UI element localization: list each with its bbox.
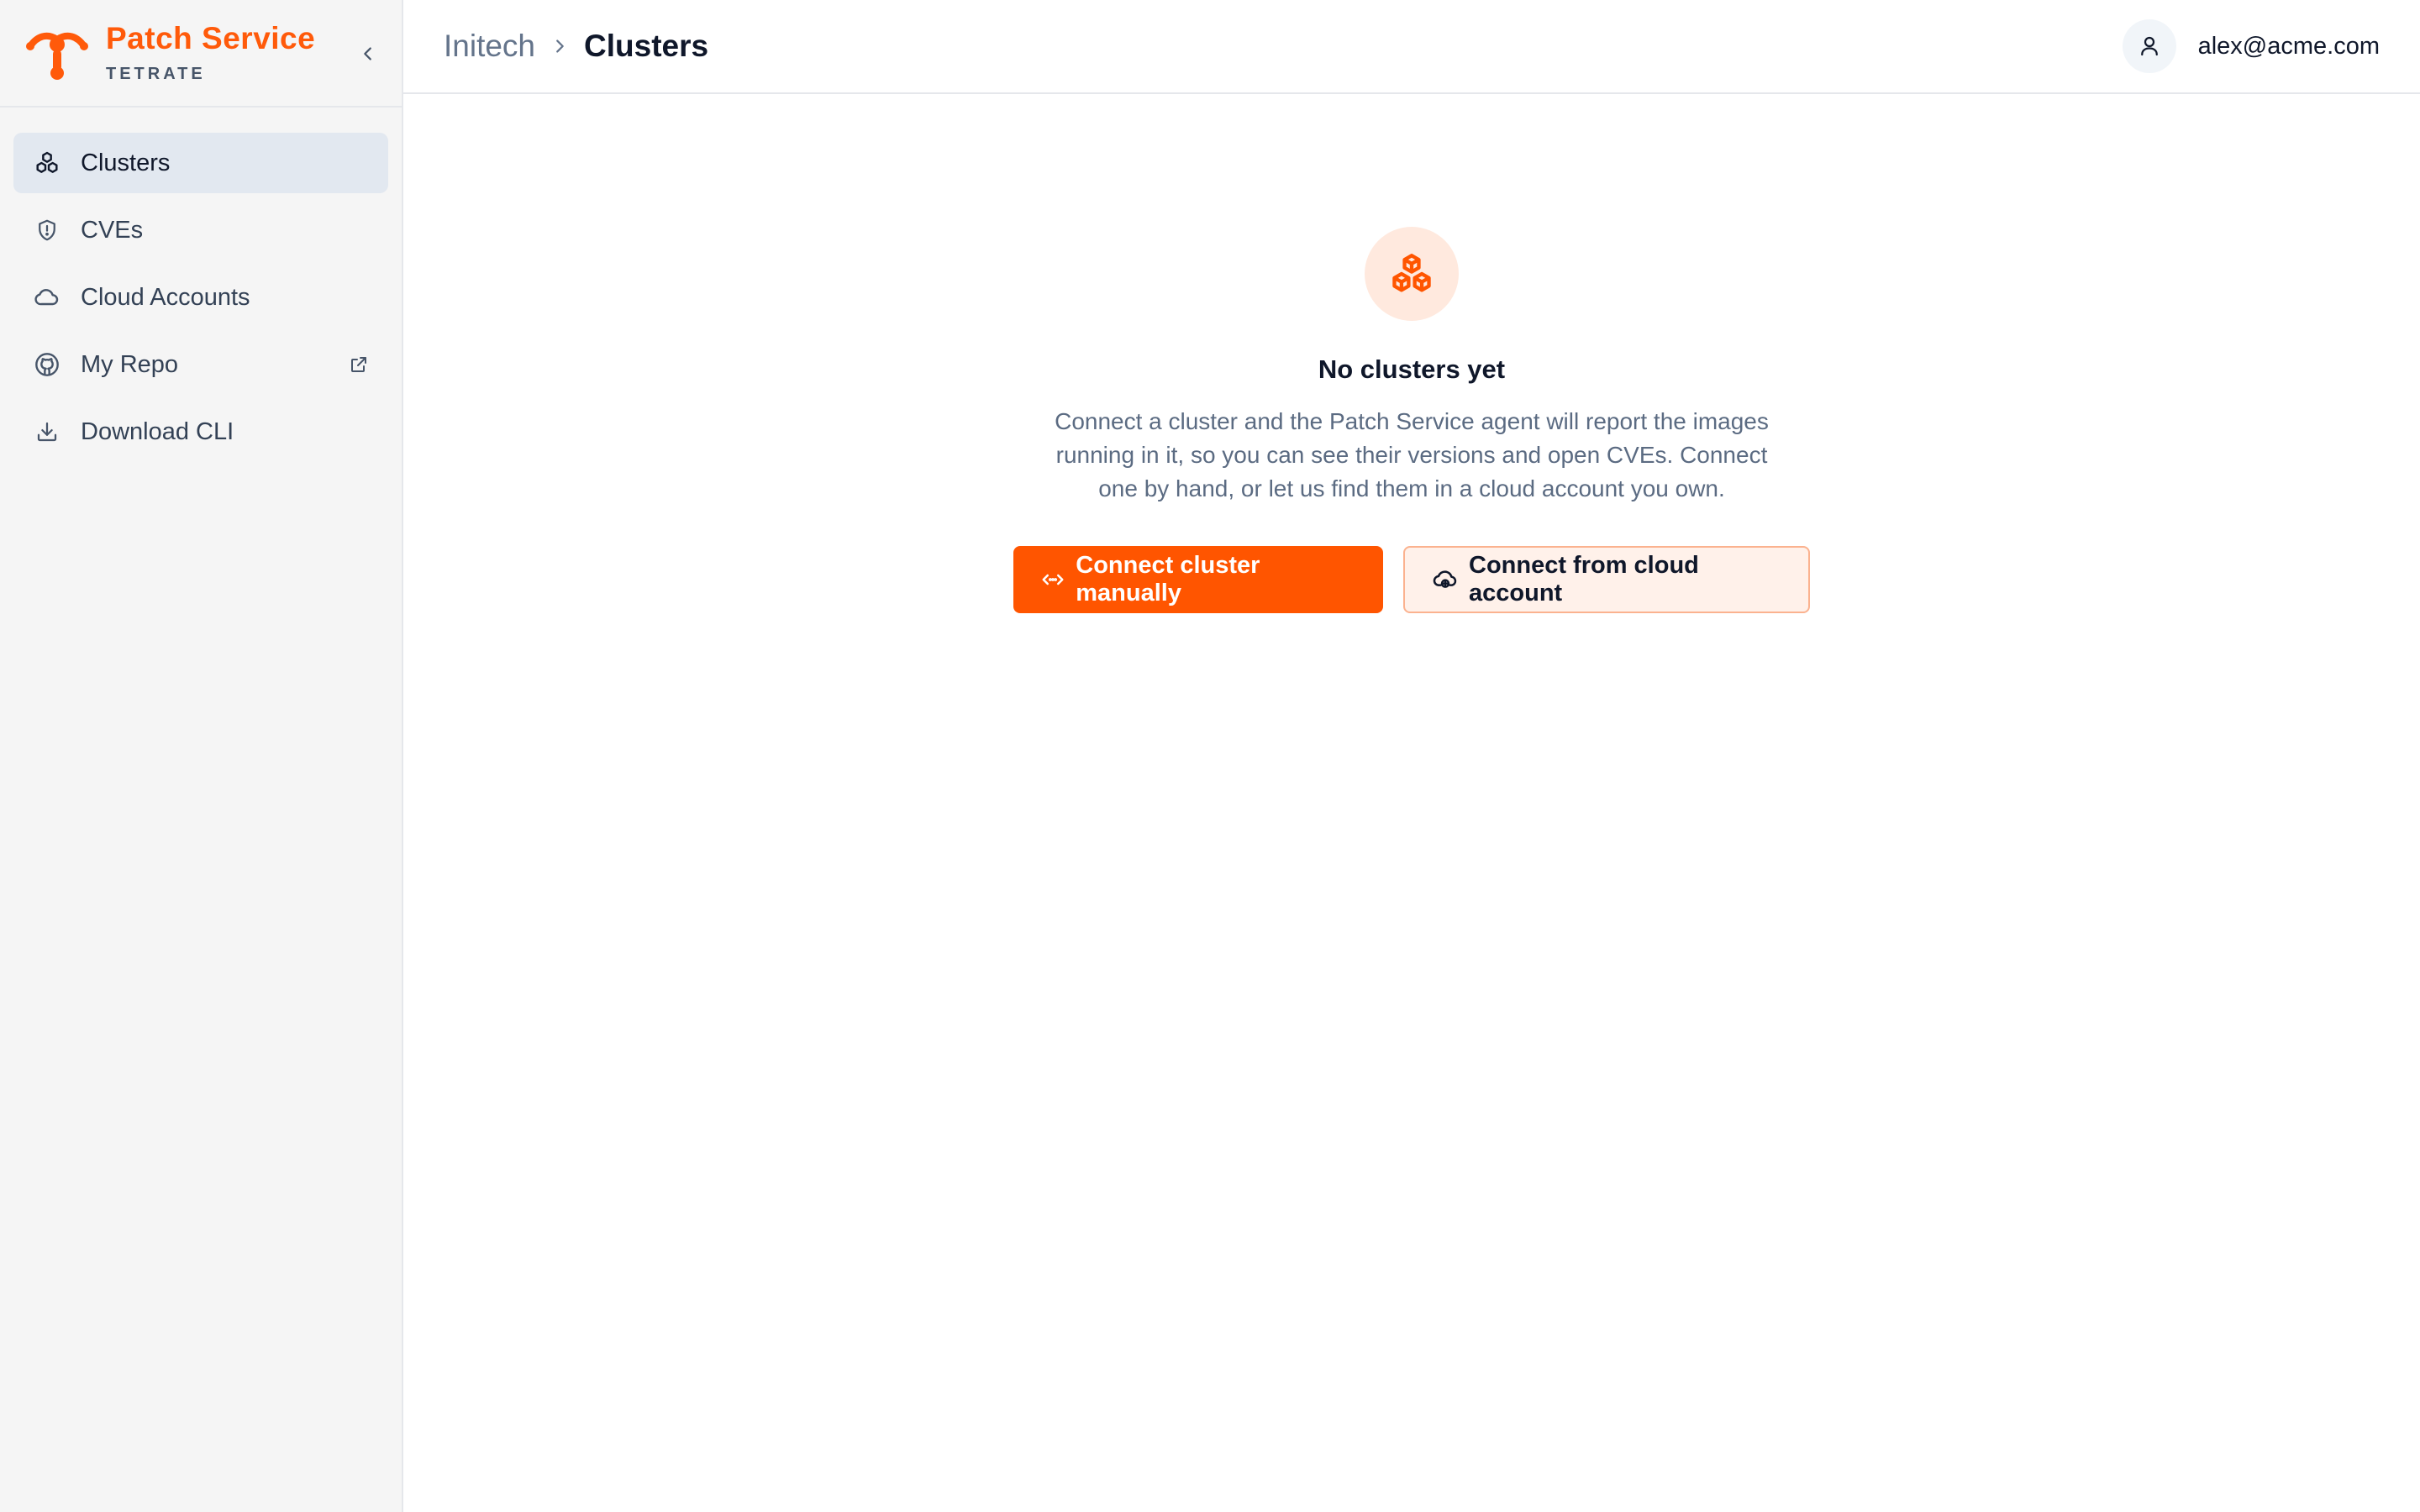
brand-header: Patch Service TETRATE <box>0 0 402 108</box>
connect-from-cloud-account-button[interactable]: Connect from cloud account <box>1403 546 1810 613</box>
tetrate-logo-icon[interactable] <box>25 21 89 85</box>
connect-cluster-manually-label: Connect cluster manually <box>1076 552 1260 606</box>
sidebar-item-label: Cloud Accounts <box>81 283 250 311</box>
connect-from-cloud-account-label: Connect from cloud account <box>1469 552 1699 606</box>
sidebar-item-clusters[interactable]: Clusters <box>13 133 388 193</box>
sidebar-item-download-cli[interactable]: Download CLI <box>13 402 388 462</box>
user-icon <box>2140 36 2158 56</box>
sidebar: Patch Service TETRATE Clusters CVEs Clou… <box>0 0 403 1512</box>
collapse-sidebar-button[interactable] <box>353 39 383 69</box>
top-bar: Initech Clusters alex@acme.com <box>403 0 2420 94</box>
sidebar-nav: Clusters CVEs Cloud Accounts My Repo Dow… <box>0 108 402 487</box>
github-icon <box>34 351 60 378</box>
brand-title: Patch Service <box>106 21 316 56</box>
sidebar-item-label: CVEs <box>81 216 144 244</box>
page-title: Clusters <box>584 29 709 63</box>
sidebar-item-label: Clusters <box>81 149 171 176</box>
connect-cluster-manually-button[interactable]: Connect cluster manually <box>1013 546 1383 613</box>
brand-subtitle: TETRATE <box>106 64 206 83</box>
user-menu[interactable]: alex@acme.com <box>2122 19 2380 73</box>
avatar[interactable] <box>2122 19 2176 73</box>
clusters-icon <box>34 150 60 176</box>
brand-text: Patch Service TETRATE <box>106 21 316 84</box>
empty-state-title: No clusters yet <box>1318 354 1506 384</box>
chevron-right-icon <box>550 37 569 55</box>
cloud-upload-icon <box>1432 566 1459 593</box>
user-email: alex@acme.com <box>2197 32 2380 60</box>
shield-alert-icon <box>34 217 60 244</box>
empty-state-actions: Connect cluster manually Connect from cl… <box>1013 546 1810 613</box>
main-area: Initech Clusters alex@acme.com No cluste… <box>403 0 2420 1512</box>
breadcrumb-parent-link[interactable]: Initech <box>444 29 535 64</box>
sidebar-item-cloud-accounts[interactable]: Cloud Accounts <box>13 267 388 328</box>
sidebar-item-label: Download CLI <box>81 417 234 445</box>
sidebar-item-my-repo[interactable]: My Repo <box>13 334 388 395</box>
sidebar-item-cves[interactable]: CVEs <box>13 200 388 260</box>
cloud-icon <box>34 284 60 311</box>
external-link-icon <box>348 354 370 375</box>
sidebar-item-label: My Repo <box>81 350 179 378</box>
empty-state-description: Connect a cluster and the Patch Service … <box>1055 408 1769 501</box>
code-icon <box>1040 566 1065 593</box>
breadcrumb: Initech Clusters <box>444 29 708 64</box>
download-icon <box>34 418 60 445</box>
clusters-icon <box>1365 227 1459 321</box>
chevron-left-icon <box>364 47 371 60</box>
empty-state: No clusters yet Connect a cluster and th… <box>403 94 2420 1512</box>
app-root: Patch Service TETRATE Clusters CVEs Clou… <box>0 0 2420 1512</box>
